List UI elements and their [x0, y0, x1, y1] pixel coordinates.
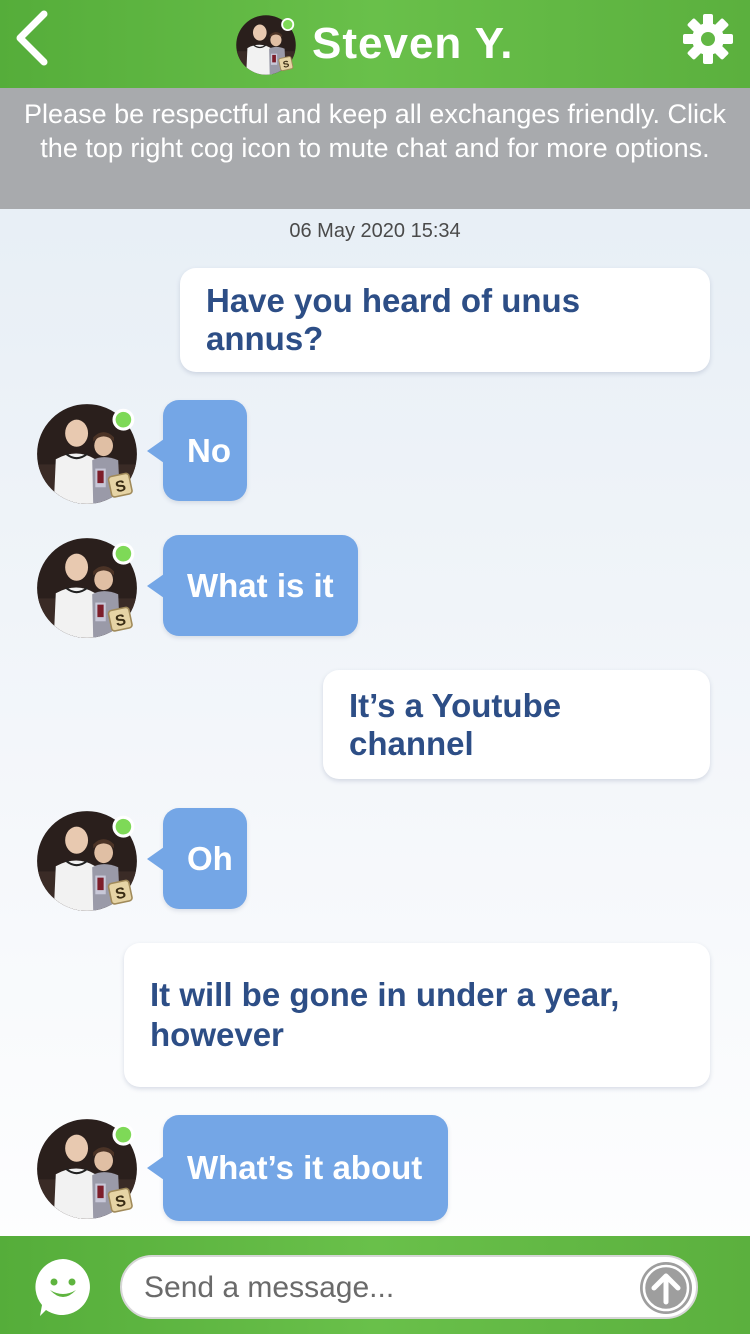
chevron-left-icon	[16, 10, 48, 66]
message-timestamp: 06 May 2020 15:34	[289, 220, 461, 242]
incoming-message[interactable]: Oh	[147, 808, 247, 909]
avatar-image	[35, 536, 139, 640]
sender-avatar[interactable]	[35, 809, 139, 913]
arrow-up-circle-icon	[640, 1262, 692, 1314]
smiley-icon	[35, 1259, 90, 1316]
avatar-image	[35, 402, 139, 506]
emoji-button[interactable]	[32, 1256, 94, 1318]
gear-icon	[683, 14, 733, 64]
outgoing-message[interactable]: Have you heard of unus annus?	[180, 268, 710, 372]
outgoing-message[interactable]: It’s a Youtube channel	[323, 670, 710, 779]
incoming-message[interactable]: No	[147, 400, 247, 501]
message-input[interactable]	[144, 1263, 624, 1313]
avatar-image	[235, 14, 297, 76]
chat-notice-banner: Please be respectful and keep all exchan…	[0, 88, 750, 209]
settings-button[interactable]	[681, 12, 735, 66]
contact-name[interactable]: Steven Y.	[312, 14, 513, 74]
incoming-message[interactable]: What’s it about	[147, 1115, 448, 1221]
avatar-image	[35, 809, 139, 913]
sender-avatar[interactable]	[35, 402, 139, 506]
sender-avatar[interactable]	[35, 536, 139, 640]
incoming-message[interactable]: What is it	[147, 535, 358, 636]
back-button[interactable]	[10, 8, 54, 68]
outgoing-message[interactable]: It will be gone in under a year, however	[124, 943, 710, 1087]
send-button[interactable]	[638, 1260, 694, 1316]
chat-header: Steven Y.	[0, 0, 750, 88]
contact-avatar[interactable]	[235, 14, 297, 76]
message-composer	[0, 1236, 750, 1334]
avatar-image	[35, 1117, 139, 1221]
sender-avatar[interactable]	[35, 1117, 139, 1221]
message-input-container	[120, 1255, 698, 1319]
